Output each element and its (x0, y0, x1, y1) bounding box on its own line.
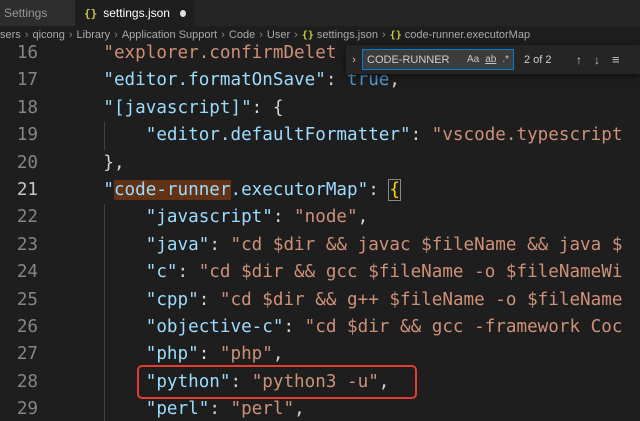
whole-word-toggle[interactable]: ab (485, 54, 496, 65)
line-number: 24 (16, 262, 38, 283)
tab-label: Settings (4, 6, 48, 20)
arrow-up-icon[interactable]: ↑ (576, 53, 582, 67)
code-text: "[javascript]": { (103, 97, 284, 118)
annotation-highlight-box (137, 365, 417, 399)
indent-guide (104, 122, 105, 150)
indent-guide (104, 204, 105, 232)
code-line[interactable]: 21 "code-runner.executorMap": { (0, 177, 640, 204)
code-text: "javascript": "node", (145, 207, 369, 228)
code-line[interactable]: 23 "java": "cd $dir && javac $fileName &… (0, 231, 640, 260)
arrow-down-icon[interactable]: ↓ (594, 53, 600, 67)
code-text: "explorer.confirmDelet (103, 43, 337, 63)
tab-settings[interactable]: Settings (0, 0, 76, 26)
code-line[interactable]: 26 "objective-c": "cd $dir && gcc -frame… (0, 313, 640, 342)
line-number: 22 (16, 207, 38, 228)
code-line[interactable]: 18 "[javascript]": { (0, 95, 640, 122)
code-text: "objective-c": "cd $dir && gcc -framewor… (145, 316, 623, 337)
code-line[interactable]: 24 "c": "cd $dir && gcc $fileName -o $fi… (0, 259, 640, 287)
code-editor[interactable]: 16 "explorer.confirmDelet 17 "editor.form… (0, 40, 640, 421)
line-number: 21 (16, 179, 38, 200)
tab-bar-empty (194, 0, 640, 26)
code-text: "c": "cd $dir && gcc $fileName -o $fileN… (145, 262, 623, 283)
code-text: }, (103, 152, 125, 173)
match-count: 2 of 2 (524, 53, 552, 66)
line-number: 26 (16, 316, 38, 337)
indent-guide (104, 231, 105, 260)
selection-lines-icon[interactable]: ≡ (612, 52, 620, 67)
object-braces-icon: {} (389, 29, 402, 41)
match-case-toggle[interactable]: Aa (467, 54, 479, 65)
indent-guide (104, 396, 105, 421)
find-input[interactable]: CODE-RUNNER Aa ab .* (362, 49, 514, 70)
code-text: "java": "cd $dir && javac $fileName && j… (145, 234, 623, 255)
line-number: 25 (16, 289, 38, 310)
line-number: 19 (16, 125, 38, 146)
line-number: 17 (16, 70, 38, 91)
find-query: CODE-RUNNER (367, 53, 450, 66)
code-text: "cpp": "cd $dir && g++ $fileName -o $fil… (145, 289, 623, 310)
indent-guide (104, 259, 105, 287)
line-number: 16 (16, 43, 38, 63)
regex-toggle[interactable]: .* (502, 54, 509, 65)
tab-bar: Settings {} settings.json (0, 0, 640, 26)
unsaved-dot-icon[interactable] (179, 9, 186, 17)
code-text: "code-runner.executorMap": { (103, 178, 401, 201)
json-braces-icon: {} (84, 6, 98, 20)
line-number: 18 (16, 97, 38, 118)
code-line[interactable]: 20 }, (0, 150, 640, 177)
code-text: "perl": "perl", (145, 399, 305, 420)
indent-guide (104, 286, 105, 314)
code-line[interactable]: 22 "javascript": "node", (0, 204, 640, 232)
code-line[interactable]: 29 "perl": "perl", (0, 396, 640, 421)
line-number: 20 (16, 152, 38, 173)
line-number: 28 (16, 371, 38, 392)
chevron-right-icon[interactable]: › (346, 54, 362, 66)
indent-guide (104, 368, 105, 397)
code-line[interactable]: 19 "editor.defaultFormatter": "vscode.ty… (0, 122, 640, 150)
code-line[interactable]: 25 "cpp": "cd $dir && g++ $fileName -o $… (0, 286, 640, 314)
line-number: 23 (16, 234, 38, 255)
tab-settings-json[interactable]: {} settings.json (76, 0, 194, 26)
code-text: "editor.defaultFormatter": "vscode.types… (145, 125, 623, 146)
json-braces-icon: {} (301, 29, 314, 41)
tab-label: settings.json (103, 6, 170, 20)
line-number: 29 (16, 399, 38, 420)
find-widget: › CODE-RUNNER Aa ab .* 2 of 2 ↑ ↓ ≡ (346, 45, 640, 74)
line-number: 27 (16, 344, 38, 365)
indent-guide (104, 341, 105, 369)
indent-guide (104, 313, 105, 342)
